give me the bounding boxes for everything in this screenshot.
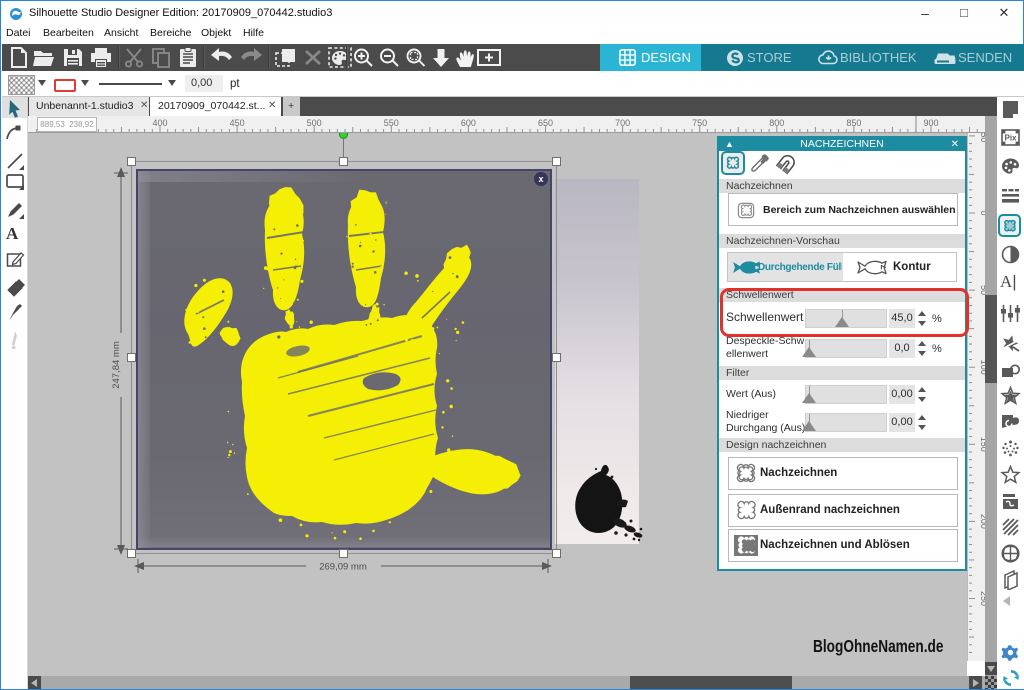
- svg-text:450: 450: [230, 118, 245, 128]
- svg-text:269,09 mm: 269,09 mm: [319, 562, 367, 573]
- svg-text:700: 700: [615, 118, 630, 128]
- svg-text:650: 650: [538, 118, 553, 128]
- svg-text:Pix: Pix: [1004, 134, 1017, 143]
- svg-text:750: 750: [692, 118, 707, 128]
- svg-text:500: 500: [307, 118, 322, 128]
- svg-text:247,84 mm: 247,84 mm: [111, 341, 122, 389]
- svg-text:550: 550: [384, 118, 399, 128]
- svg-text:400: 400: [152, 118, 167, 128]
- svg-text:900: 900: [923, 118, 938, 128]
- svg-text:800: 800: [769, 118, 784, 128]
- svg-text:850: 850: [846, 118, 861, 128]
- svg-text:600: 600: [461, 118, 476, 128]
